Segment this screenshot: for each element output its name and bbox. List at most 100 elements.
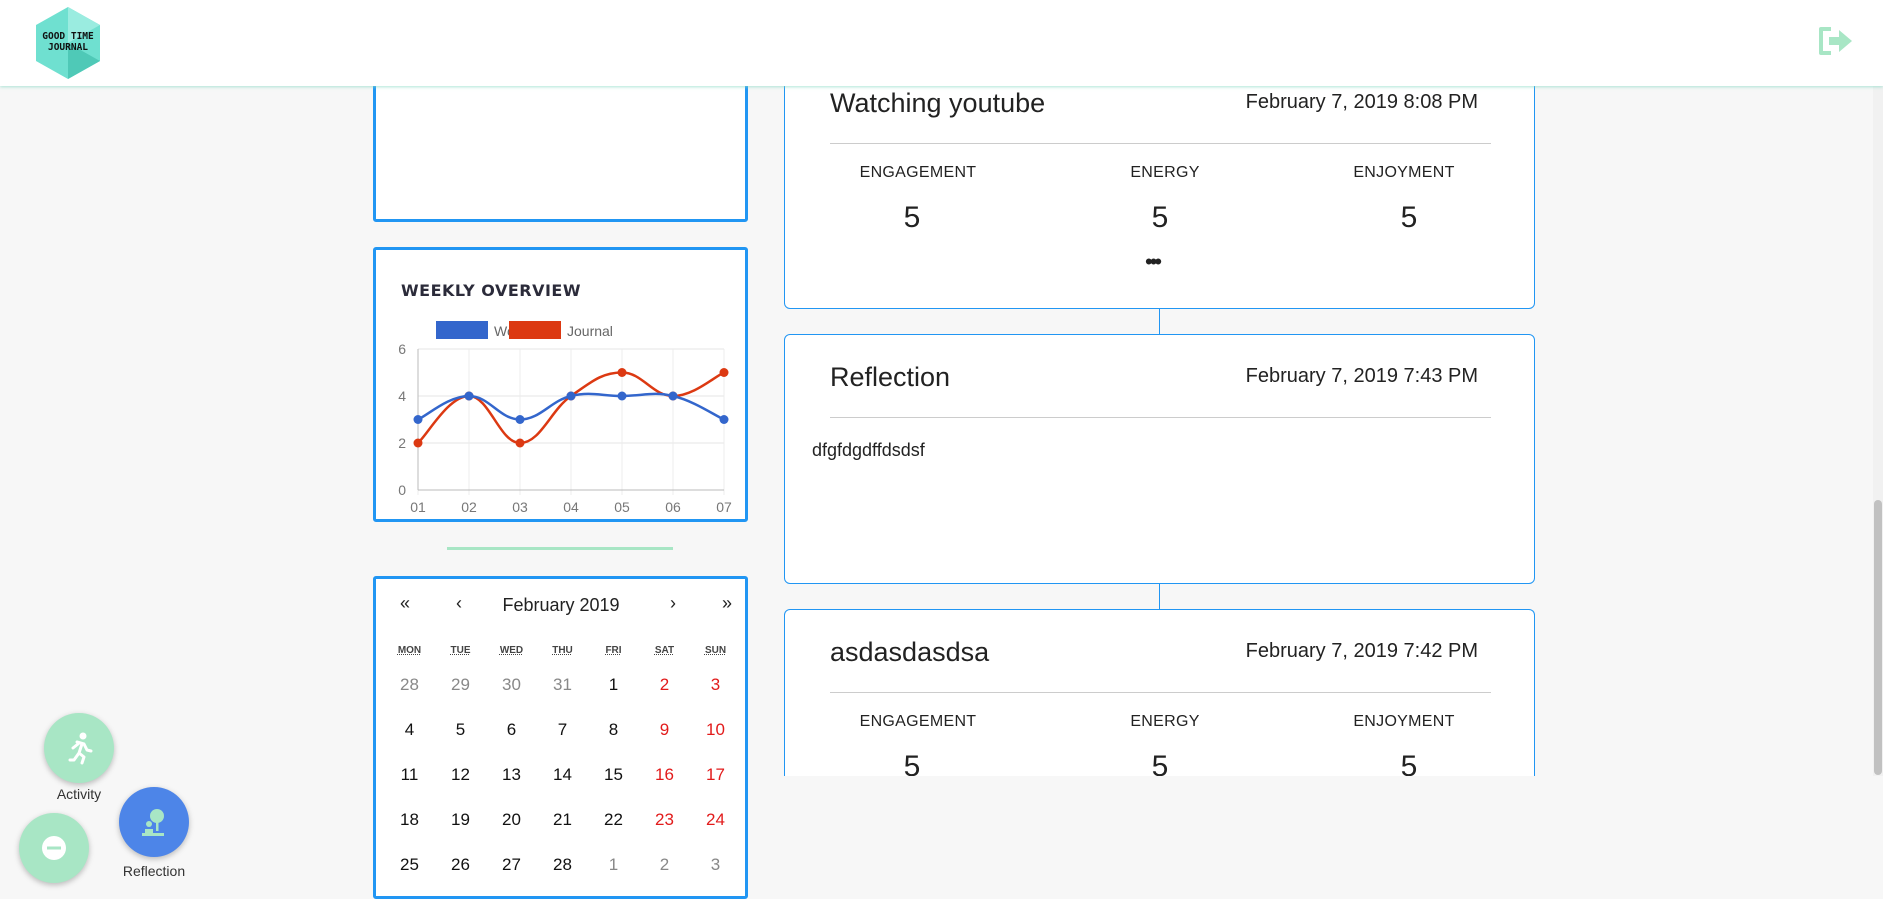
calendar-day[interactable]: 1 [588,675,639,695]
energy-value: 5 [1151,201,1169,234]
entry-divider [830,143,1491,144]
data-point-workout [719,415,729,424]
logo-text-2: JOURNAL [48,42,88,53]
calendar: « ‹ February 2019 › » MON TUE WED THU FR… [373,576,748,899]
calendar-day[interactable]: 7 [537,720,588,740]
y-tick-label: 4 [398,388,406,404]
add-activity-button[interactable] [44,713,114,783]
entry-card-activity[interactable]: Watching youtube February 7, 2019 8:08 P… [784,60,1535,309]
data-point-workout [413,415,423,424]
x-tick-label: 01 [410,499,426,515]
calendar-day[interactable]: 8 [588,720,639,740]
calendar-day[interactable]: 9 [639,720,690,740]
calendar-day[interactable]: 24 [690,810,741,830]
calendar-day[interactable]: 3 [690,855,741,875]
logo-text-1: GOOD TIME [42,31,94,42]
weekday-mon: MON [397,645,422,656]
reflection-body: dfgfdgdffdsdsf [812,440,925,460]
calendar-day[interactable]: 11 [384,765,435,785]
legend-label: Journal [567,323,613,339]
calendar-day[interactable]: 3 [690,675,741,695]
weekday-sat: SAT [654,645,675,656]
data-point-journal [719,368,729,377]
calendar-day[interactable]: 18 [384,810,435,830]
activity-label: Activity [56,786,102,802]
enjoyment-value: 5 [1400,750,1418,776]
data-point-workout [617,391,627,401]
scrollbar-thumb[interactable] [1874,500,1882,775]
weekday-tue: TUE [450,645,471,656]
prev-year-button[interactable]: « [390,593,420,614]
minus-icon [42,836,66,860]
entry-card-reflection[interactable]: Reflection February 7, 2019 7:43 PM dfgf… [784,334,1535,584]
meditation-tree-icon [142,809,164,836]
calendar-day[interactable]: 22 [588,810,639,830]
engagement-value: 5 [903,750,921,776]
calendar-day[interactable]: 17 [690,765,741,785]
calendar-day[interactable]: 2 [639,675,690,695]
sign-out-icon[interactable] [1817,24,1855,58]
calendar-day[interactable]: 26 [435,855,486,875]
calendar-week: 28 29 30 31 1 2 3 [384,668,741,701]
x-tick-label: 02 [461,499,477,515]
y-tick-label: 0 [398,482,406,498]
logo[interactable]: GOOD TIME JOURNAL [30,5,106,81]
calendar-week: 18 19 20 21 22 23 24 [384,803,741,836]
calendar-day[interactable]: 28 [537,855,588,875]
calendar-day[interactable]: 21 [537,810,588,830]
add-reflection-button[interactable] [119,787,189,857]
calendar-day[interactable]: 19 [435,810,486,830]
calendar-day[interactable]: 25 [384,855,435,875]
data-point-journal [515,438,525,448]
fab-main-button[interactable] [19,813,89,883]
calendar-day[interactable]: 12 [435,765,486,785]
chart-title: WEEKLY OVERVIEW [401,281,581,300]
calendar-day[interactable]: 6 [486,720,537,740]
calendar-day[interactable]: 2 [639,855,690,875]
entry-date: February 7, 2019 7:43 PM [1245,365,1478,387]
more-options-icon[interactable]: ••• [1145,249,1162,275]
x-tick-label: 06 [665,499,681,515]
calendar-day[interactable]: 23 [639,810,690,830]
data-point-workout [464,391,474,401]
timeline-connector [1159,583,1160,610]
calendar-day[interactable]: 31 [537,675,588,695]
calendar-day[interactable]: 1 [588,855,639,875]
y-tick-label: 2 [398,435,406,451]
calendar-day[interactable]: 28 [384,675,435,695]
next-month-button[interactable]: › [658,593,688,614]
calendar-day[interactable]: 29 [435,675,486,695]
data-point-workout [668,391,678,401]
calendar-day[interactable]: 4 [384,720,435,740]
calendar-month-label[interactable]: February 2019 [456,595,666,616]
calendar-week: 11 12 13 14 15 16 17 [384,758,741,791]
weekday-sun: SUN [704,645,727,656]
calendar-header: « ‹ February 2019 › » [376,593,745,623]
calendar-day[interactable]: 27 [486,855,537,875]
x-tick-label: 07 [716,499,732,515]
weekday-header: MON TUE WED THU FRI SAT SUN [384,645,741,656]
calendar-day[interactable]: 20 [486,810,537,830]
calendar-day[interactable]: 14 [537,765,588,785]
entry-date: February 7, 2019 8:08 PM [1245,91,1478,113]
calendar-day[interactable]: 16 [639,765,690,785]
entry-card-activity[interactable]: asdasdasdsa February 7, 2019 7:42 PM ENG… [784,609,1535,776]
calendar-day[interactable]: 5 [435,720,486,740]
calendar-day[interactable]: 10 [690,720,741,740]
x-tick-label: 03 [512,499,528,515]
data-point-workout [515,415,525,424]
calendar-day[interactable]: 15 [588,765,639,785]
weekday-fri: FRI [605,645,622,656]
x-tick-label: 05 [614,499,630,515]
energy-value: 5 [1151,750,1169,776]
entry-date: February 7, 2019 7:42 PM [1245,640,1478,662]
engagement-label: ENGAGEMENT [859,713,977,730]
calendar-day[interactable]: 13 [486,765,537,785]
calendar-day[interactable]: 30 [486,675,537,695]
timeline-connector [1159,308,1160,335]
weekly-overview-chart: WEEKLY OVERVIEW WorkoutJournal 010203040… [398,281,732,515]
data-point-journal [413,438,423,448]
reflection-label: Reflection [122,863,186,879]
running-person-icon [68,732,93,765]
next-year-button[interactable]: » [712,593,742,614]
